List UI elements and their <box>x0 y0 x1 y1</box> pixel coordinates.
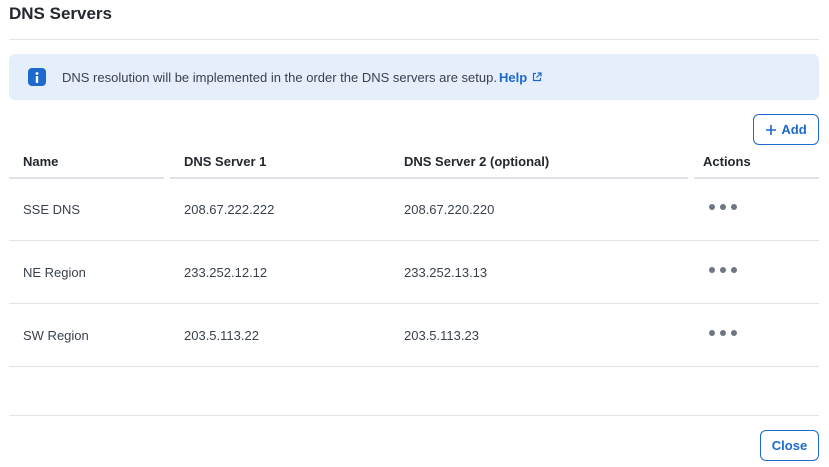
more-horizontal-icon[interactable] <box>709 330 737 336</box>
cell-dns1: 203.5.113.22 <box>184 328 259 343</box>
cell-name: NE Region <box>23 265 86 280</box>
more-horizontal-icon[interactable] <box>709 204 737 210</box>
column-header-dns2[interactable]: DNS Server 2 (optional) <box>404 154 549 169</box>
plus-icon <box>766 124 777 135</box>
cell-name: SSE DNS <box>23 202 81 217</box>
dns-servers-dialog: DNS Servers DNS resolution will be imple… <box>0 0 829 467</box>
cell-dns2: 208.67.220.220 <box>404 202 495 217</box>
close-button[interactable]: Close <box>760 430 819 461</box>
help-link-label: Help <box>498 69 528 85</box>
more-horizontal-icon[interactable] <box>709 267 737 273</box>
footer-divider <box>9 415 819 416</box>
column-header-name[interactable]: Name <box>23 154 58 169</box>
external-link-icon <box>533 72 542 82</box>
add-button[interactable]: Add <box>753 114 819 145</box>
column-header-dns1[interactable]: DNS Server 1 <box>184 154 266 169</box>
title-divider <box>9 39 819 40</box>
info-banner: DNS resolution will be implemented in th… <box>9 54 819 100</box>
cell-dns2: 203.5.113.23 <box>404 328 479 343</box>
cell-dns2: 233.252.13.13 <box>404 265 488 280</box>
info-banner-text: DNS resolution will be implemented in th… <box>62 69 497 85</box>
cell-name: SW Region <box>23 328 89 343</box>
cell-dns1: 233.252.12.12 <box>184 265 268 280</box>
dns-servers-table: Name DNS Server 1 DNS Server 2 (optional… <box>9 144 819 367</box>
column-header-actions: Actions <box>703 154 751 169</box>
add-button-label: Add <box>781 122 807 137</box>
table-row[interactable]: SSE DNS 208.67.222.222 208.67.220.220 <box>9 178 819 241</box>
cell-dns1: 208.67.222.222 <box>184 202 275 217</box>
info-icon <box>28 68 46 86</box>
table-row[interactable]: NE Region 233.252.12.12 233.252.13.13 <box>9 241 819 304</box>
dialog-title: DNS Servers <box>9 4 113 23</box>
table-header: Name DNS Server 1 DNS Server 2 (optional… <box>9 144 819 179</box>
table-row[interactable]: SW Region 203.5.113.22 203.5.113.23 <box>9 304 819 367</box>
help-link[interactable]: Help <box>499 70 542 85</box>
